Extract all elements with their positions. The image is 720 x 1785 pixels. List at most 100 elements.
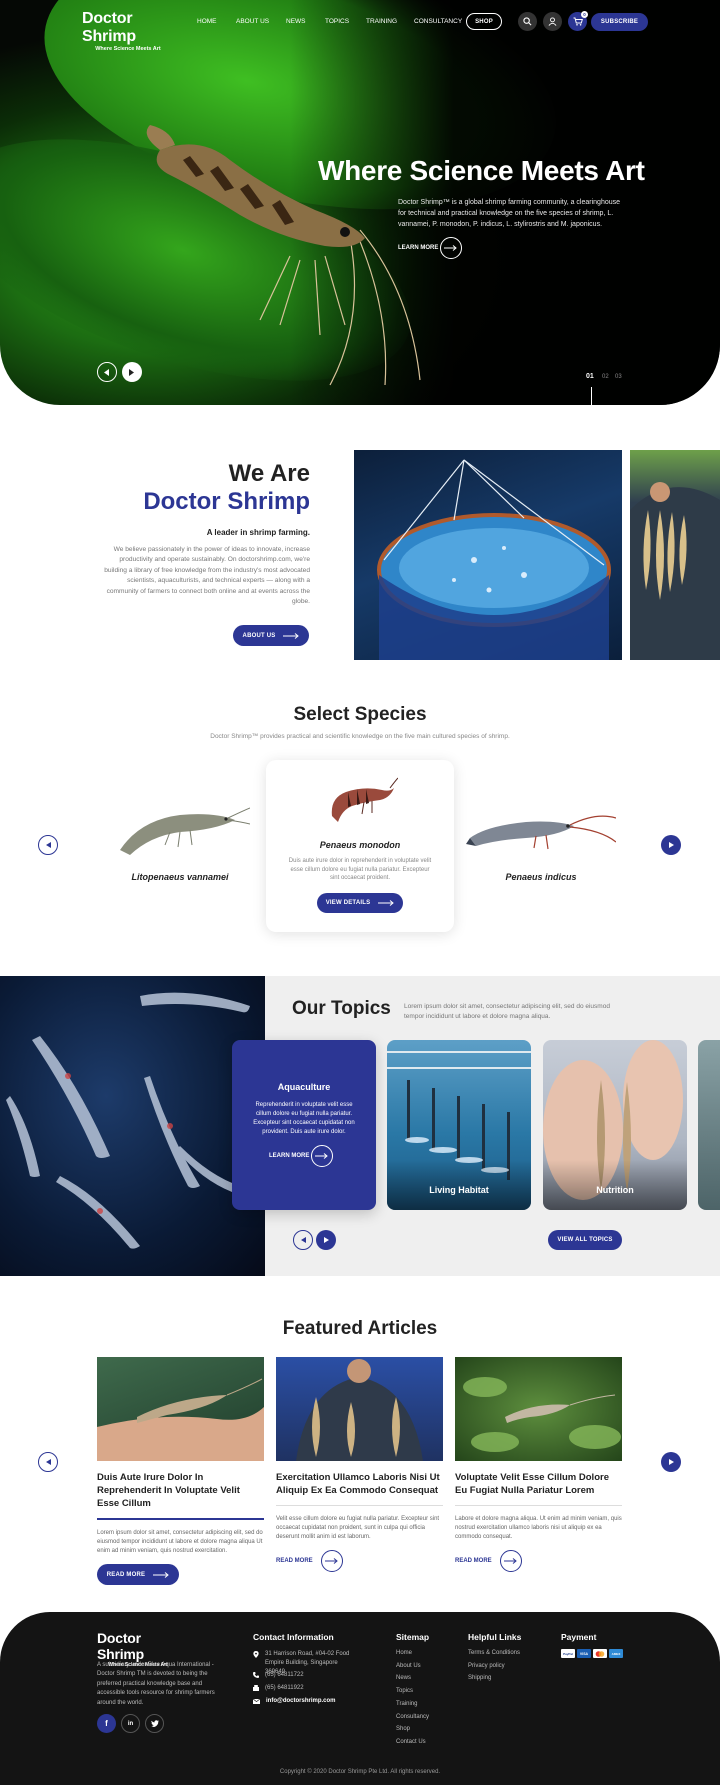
article-title[interactable]: Exercitation Ullamco Laboris Nisi Ut Ali…	[276, 1471, 443, 1497]
article-card-2[interactable]: Exercitation Ullamco Laboris Nisi Ut Ali…	[276, 1357, 443, 1572]
view-details-button[interactable]: VIEW DETAILS	[317, 893, 403, 913]
shrimp-school-image	[0, 976, 265, 1276]
topic-description: Reprehenderit in voluptate velit esse ci…	[253, 1102, 355, 1135]
nav-topics[interactable]: TOPICS	[325, 18, 349, 25]
read-more-button[interactable]: READ MORE	[97, 1564, 179, 1585]
species-card-monodon[interactable]: Penaeus monodon Duis aute irure dolor in…	[266, 760, 454, 932]
topics-prev-button[interactable]	[293, 1230, 313, 1250]
read-more-link[interactable]: READ MORE	[276, 1549, 443, 1572]
account-button[interactable]	[543, 12, 562, 31]
article-card-1[interactable]: Duis Aute Irure Dolor In Reprehenderit I…	[97, 1357, 264, 1585]
nav-home[interactable]: HOME	[197, 18, 217, 25]
sitemap-link-home[interactable]: Home	[396, 1647, 429, 1660]
topic-card-next-peek[interactable]	[698, 1040, 720, 1210]
payment-methods: PayPal VISA AMEX	[561, 1649, 623, 1658]
phone2-text: (65) 64811922	[265, 1685, 304, 1691]
search-button[interactable]	[518, 12, 537, 31]
hero-learn-more-label: LEARN MORE	[398, 245, 439, 251]
sitemap-heading: Sitemap	[396, 1632, 430, 1642]
linkedin-icon[interactable]: in	[121, 1714, 140, 1733]
articles-next-button[interactable]	[661, 1452, 681, 1472]
privacy-link[interactable]: Privacy policy	[468, 1660, 520, 1673]
article-card-3[interactable]: Voluptate Velit Esse Cillum Dolore Eu Fu…	[455, 1357, 622, 1572]
sitemap-link-about-us[interactable]: About Us	[396, 1660, 429, 1673]
nav-about-us[interactable]: ABOUT US	[236, 18, 269, 25]
read-more-link[interactable]: READ MORE	[455, 1549, 622, 1572]
sitemap-list: Home About Us News Topics Training Consu…	[396, 1647, 429, 1749]
species-name: Penaeus indicus	[505, 872, 577, 882]
shipping-link[interactable]: Shipping	[468, 1672, 520, 1685]
twitter-icon[interactable]	[145, 1714, 164, 1733]
nav-training[interactable]: TRAINING	[366, 18, 397, 25]
contact-phone2[interactable]: (65) 64811922	[253, 1682, 304, 1695]
article-title[interactable]: Voluptate Velit Esse Cillum Dolore Eu Fu…	[455, 1471, 622, 1497]
contact-phone1[interactable]: (65) 64811722	[253, 1669, 304, 1682]
paypal-icon: PayPal	[561, 1649, 575, 1658]
arrow-right-icon	[668, 842, 674, 848]
article-divider-active	[97, 1518, 264, 1520]
indicus-shrimp-image	[466, 815, 616, 850]
helpful-links-list: Terms & Conditions Privacy policy Shippi…	[468, 1647, 520, 1685]
sitemap-link-contact-us[interactable]: Contact Us	[396, 1736, 429, 1749]
sitemap-link-topics[interactable]: Topics	[396, 1685, 429, 1698]
hero-learn-more-link[interactable]: LEARN MORE	[398, 237, 463, 259]
email-icon	[253, 1698, 260, 1704]
nav-consultancy[interactable]: CONSULTANCY	[414, 18, 462, 25]
topic-card-nutrition[interactable]: Nutrition	[543, 1040, 687, 1210]
article-excerpt: Labore et dolore magna aliqua. Ut enim a…	[455, 1516, 622, 1540]
hero-description: Doctor Shrimp™ is a global shrimp farmin…	[398, 199, 621, 228]
articles-prev-button[interactable]	[38, 1452, 58, 1472]
topics-intro: Lorem ipsum dolor sit amet, consectetur …	[404, 1003, 610, 1020]
slide-indicator-1[interactable]: 01	[586, 373, 594, 380]
arrow-left-icon	[104, 368, 109, 376]
species-card-vannamei[interactable]: Litopenaeus vannamei	[110, 800, 250, 882]
arrow-right-icon	[153, 1571, 170, 1578]
sitemap-link-shop[interactable]: Shop	[396, 1723, 429, 1736]
topic-card-living-habitat[interactable]: Living Habitat	[387, 1040, 531, 1210]
topics-next-button[interactable]	[316, 1230, 336, 1250]
helpful-links-heading: Helpful Links	[468, 1632, 522, 1642]
nav-news[interactable]: NEWS	[286, 18, 306, 25]
contact-email[interactable]: info@doctorshrimp.com	[253, 1695, 336, 1708]
arrow-right-icon	[320, 1549, 343, 1572]
cart-count-badge: 0	[581, 11, 588, 18]
about-us-button[interactable]: ABOUT US	[233, 625, 309, 646]
subscribe-button[interactable]: SUBSCRIBE	[591, 13, 648, 31]
article-image-shrimp-plants	[455, 1357, 622, 1461]
article-image-farmers	[276, 1357, 443, 1461]
topic-learn-more-link[interactable]: LEARN MORE	[269, 1145, 334, 1167]
phone1-text: (65) 64811722	[265, 1672, 304, 1678]
logo-title: Doctor Shrimp	[82, 10, 136, 45]
fax-icon	[253, 1685, 259, 1692]
article-title[interactable]: Duis Aute Irure Dolor In Reprehenderit I…	[97, 1471, 264, 1510]
user-icon	[548, 17, 557, 26]
shop-button[interactable]: SHOP	[466, 13, 502, 30]
slide-active-line	[591, 387, 592, 405]
slide-indicator-2[interactable]: 02	[602, 374, 609, 380]
sitemap-link-consultancy[interactable]: Consultancy	[396, 1711, 429, 1724]
arrow-right-icon	[668, 1459, 674, 1465]
arrow-right-icon	[378, 900, 395, 906]
site-logo[interactable]: Doctor Shrimp Where Science Meets Art	[82, 10, 174, 52]
visa-icon: VISA	[577, 1649, 591, 1658]
terms-link[interactable]: Terms & Conditions	[468, 1647, 520, 1660]
read-more-label: READ MORE	[455, 1557, 492, 1564]
topic-card-aquaculture[interactable]: Aquaculture Reprehenderit in voluptate v…	[232, 1040, 376, 1210]
hero-next-button[interactable]	[122, 362, 142, 382]
topics-heading: Our Topics	[292, 998, 391, 1019]
topic-title: Living Habitat	[429, 1185, 489, 1195]
article-excerpt: Velit esse cillum dolore eu fugiat nulla…	[276, 1516, 440, 1540]
slide-indicator-3[interactable]: 03	[615, 374, 622, 380]
mastercard-icon	[593, 1649, 607, 1658]
arrow-right-icon	[440, 237, 463, 259]
species-card-indicus[interactable]: Penaeus indicus	[466, 800, 616, 882]
facebook-icon[interactable]: f	[97, 1714, 116, 1733]
sitemap-link-training[interactable]: Training	[396, 1698, 429, 1711]
view-all-topics-button[interactable]: VIEW ALL TOPICS	[548, 1230, 622, 1250]
article-divider	[276, 1505, 443, 1506]
sitemap-link-news[interactable]: News	[396, 1672, 429, 1685]
hero-prev-button[interactable]	[97, 362, 117, 382]
species-prev-button[interactable]	[38, 835, 58, 855]
species-next-button[interactable]	[661, 835, 681, 855]
about-lead: A leader in shrimp farming.	[206, 528, 310, 537]
